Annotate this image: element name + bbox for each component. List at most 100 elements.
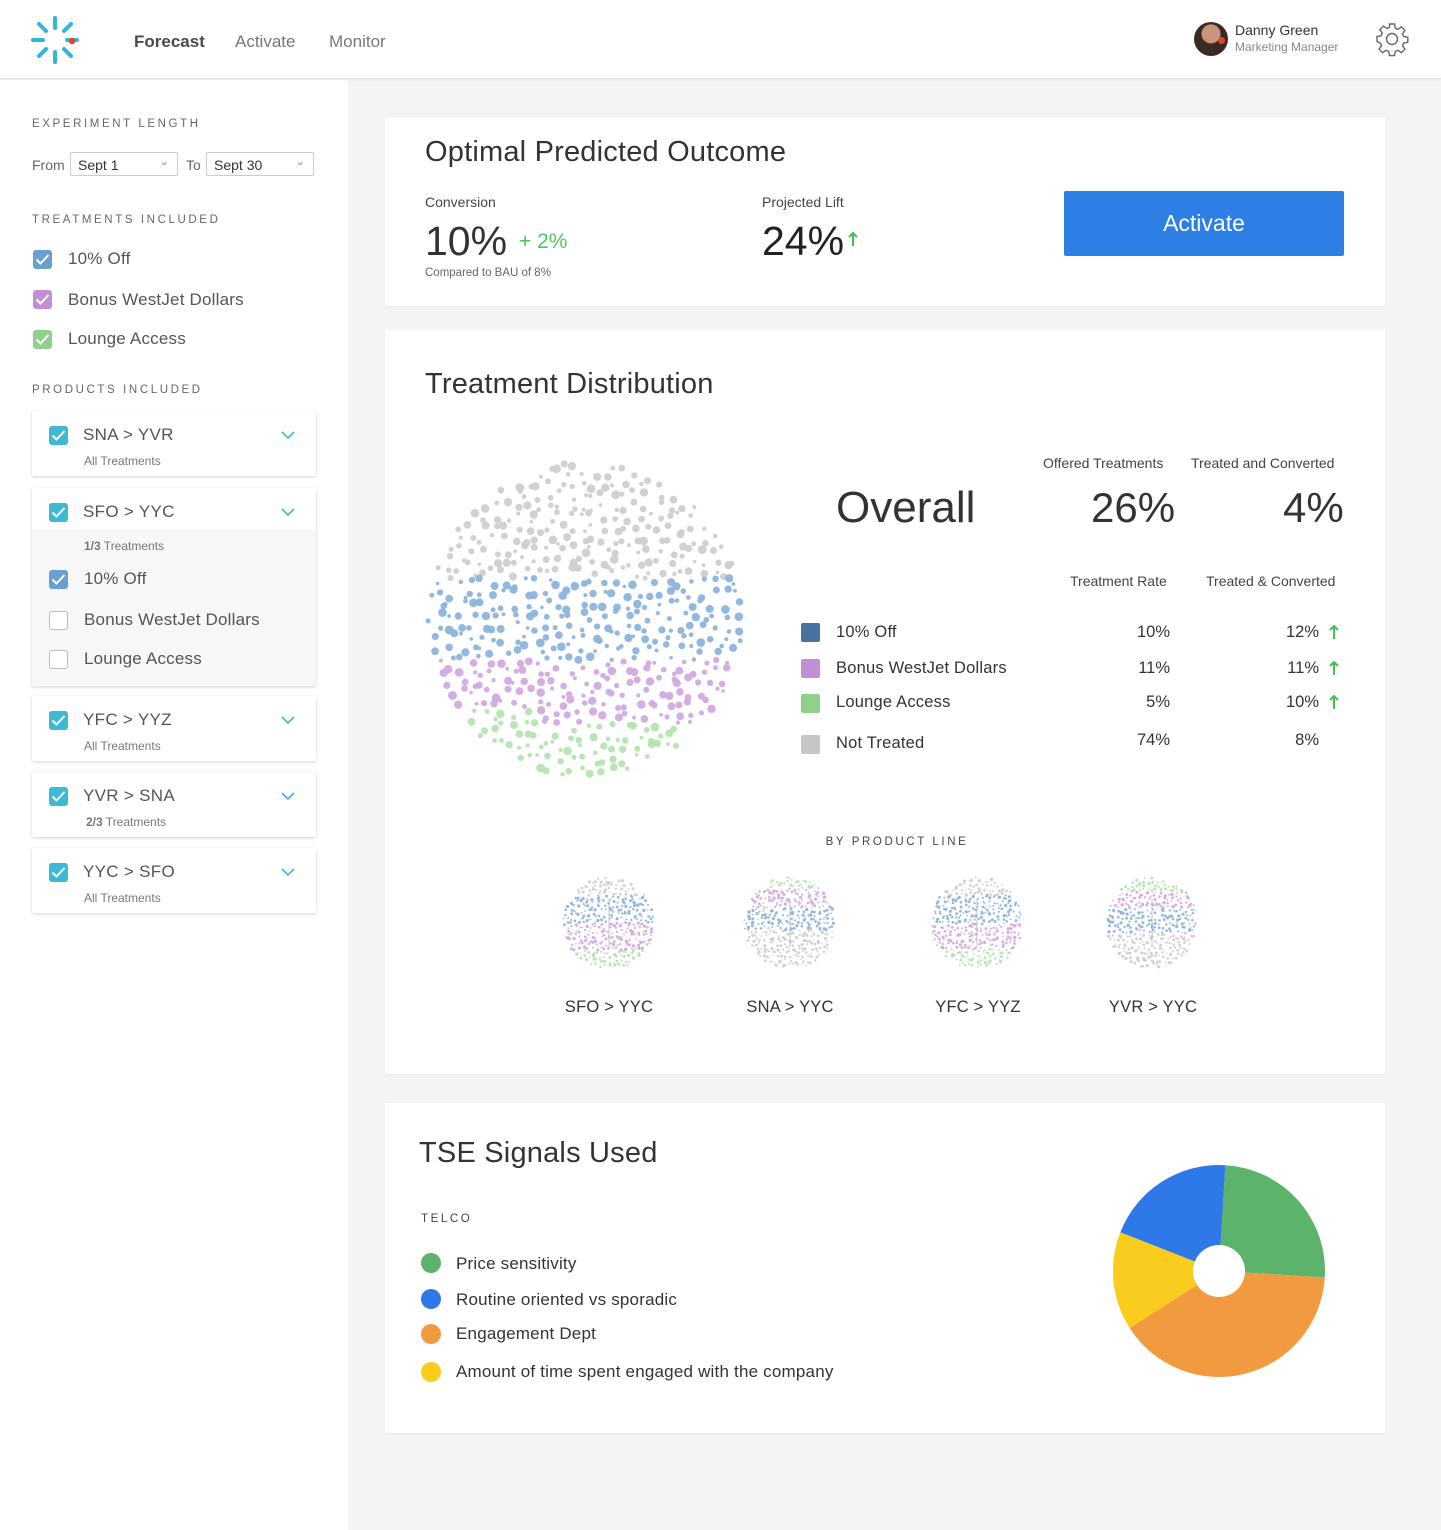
bubble-dot xyxy=(613,963,617,967)
bubble-dot xyxy=(579,951,581,954)
bubble-dot xyxy=(762,909,765,912)
bubble-dot xyxy=(796,914,799,917)
product-bubble-yfc-yyz[interactable] xyxy=(929,875,1025,971)
sub-treatment-checkbox[interactable] xyxy=(49,570,68,589)
by-product-line-title: BY PRODUCT LINE xyxy=(825,836,969,848)
bubble-dot xyxy=(757,918,759,921)
sub-treatment-checkbox[interactable] xyxy=(49,611,68,630)
avatar[interactable] xyxy=(1194,22,1228,56)
chevron-down-icon[interactable] xyxy=(280,867,296,877)
chevron-down-icon[interactable] xyxy=(280,791,296,801)
bubble-dot xyxy=(794,900,797,903)
bubble-dot xyxy=(797,921,800,924)
bubble-dot xyxy=(620,658,627,665)
bubble-dot xyxy=(615,705,621,711)
bubble-dot xyxy=(572,948,576,952)
product-card-yyc-sfo[interactable]: YYC > SFO All Treatments xyxy=(32,848,316,913)
bubble-dot xyxy=(1158,919,1161,922)
bubble-dot xyxy=(609,898,612,901)
bubble-dot xyxy=(948,909,952,913)
bubble-dot xyxy=(954,921,958,925)
bubble-dot xyxy=(823,917,825,920)
product-bubble-sfo-yyc[interactable] xyxy=(561,875,657,971)
bubble-dot xyxy=(1147,919,1151,922)
bubble-dot xyxy=(1149,912,1152,915)
product-title: YFC > YYZ xyxy=(83,710,172,729)
bubble-dot xyxy=(970,888,973,891)
bubble-dot xyxy=(603,883,606,887)
bubble-dot xyxy=(1012,946,1015,949)
activate-button[interactable]: Activate xyxy=(1064,191,1344,256)
product-checkbox[interactable] xyxy=(49,711,68,730)
bubble-dot xyxy=(585,509,592,517)
product-checkbox[interactable] xyxy=(49,863,68,882)
bubble-dot xyxy=(494,500,500,506)
bubble-dot xyxy=(818,906,821,909)
product-bubble-sna-yyc[interactable] xyxy=(742,875,838,971)
bubble-dot xyxy=(666,586,675,595)
distribution-card: Treatment Distribution Offered Treatment… xyxy=(385,330,1385,1074)
bubble-dot xyxy=(1183,922,1185,924)
treatment-checkbox-lounge-access[interactable] xyxy=(33,330,52,349)
bubble-dot xyxy=(603,963,606,966)
product-card-sfo-yyc[interactable]: SFO > YYC 1/3 Treatments 10% Off Bonus W… xyxy=(32,488,316,686)
bubble-dot xyxy=(586,723,592,728)
treatment-checkbox-10-off[interactable] xyxy=(33,250,52,269)
from-date-select[interactable]: Sept 1 ⌄ xyxy=(70,152,178,176)
bubble-dot xyxy=(1170,899,1173,902)
bubble-dot xyxy=(764,931,768,934)
product-checkbox[interactable] xyxy=(49,787,68,806)
bubble-dot xyxy=(628,899,632,903)
product-card-sna-yvr[interactable]: SNA > YVR All Treatments xyxy=(32,411,316,476)
bubble-dot xyxy=(1007,902,1010,905)
nav-forecast[interactable]: Forecast xyxy=(134,32,205,52)
bubble-dot xyxy=(988,890,991,893)
bubble-dot xyxy=(797,888,800,891)
product-card-yfc-yyz[interactable]: YFC > YYZ All Treatments xyxy=(32,696,316,761)
bubble-dot xyxy=(961,961,964,964)
product-card-yvr-sna[interactable]: YVR > SNA 2/3 Treatments xyxy=(32,772,316,837)
bubble-dot xyxy=(1170,932,1173,935)
bubble-dot xyxy=(543,741,549,746)
bubble-dot xyxy=(773,905,777,908)
bubble-dot xyxy=(766,906,769,909)
product-checkbox[interactable] xyxy=(49,503,68,522)
bubble-dot xyxy=(1145,903,1149,907)
bubble-dot xyxy=(676,530,685,539)
bubble-dot xyxy=(619,935,622,938)
bubble-dot xyxy=(612,906,615,909)
bubble-dot xyxy=(581,601,588,609)
nav-activate[interactable]: Activate xyxy=(235,32,295,52)
nav-monitor[interactable]: Monitor xyxy=(329,32,386,52)
bubble-dot xyxy=(1192,925,1196,928)
treatment-checkbox-bonus-westjet[interactable] xyxy=(33,290,52,309)
bubble-dot xyxy=(622,963,625,967)
sub-treatment-checkbox[interactable] xyxy=(49,650,68,669)
chevron-down-icon[interactable] xyxy=(280,430,296,440)
app-logo-icon[interactable] xyxy=(28,14,82,66)
bubble-dot xyxy=(667,702,676,711)
product-bubble-yvr-yyc[interactable] xyxy=(1104,875,1200,971)
bubble-dot xyxy=(639,505,647,513)
chevron-down-icon[interactable] xyxy=(280,715,296,725)
bubble-dot xyxy=(591,901,594,903)
bubble-dot xyxy=(606,930,609,933)
bubble-dot xyxy=(959,905,963,909)
bubble-dot xyxy=(969,897,972,901)
bubble-dot xyxy=(752,939,756,943)
bubble-dot xyxy=(802,880,805,882)
bubble-dot xyxy=(933,938,936,941)
product-checkbox[interactable] xyxy=(49,426,68,445)
bubble-dot xyxy=(1162,948,1164,951)
gear-icon[interactable] xyxy=(1374,21,1410,57)
bubble-dot xyxy=(688,513,693,518)
bubble-dot xyxy=(989,954,992,957)
bubble-dot xyxy=(808,939,811,943)
treatment-label-lounge-access: Lounge Access xyxy=(68,329,186,348)
chevron-down-icon[interactable] xyxy=(280,507,296,517)
to-date-select[interactable]: Sept 30 ⌄ xyxy=(206,152,314,176)
bubble-dot xyxy=(597,925,601,929)
bubble-dot xyxy=(448,546,454,552)
bubble-dot xyxy=(569,510,575,517)
bubble-dot xyxy=(750,924,754,928)
